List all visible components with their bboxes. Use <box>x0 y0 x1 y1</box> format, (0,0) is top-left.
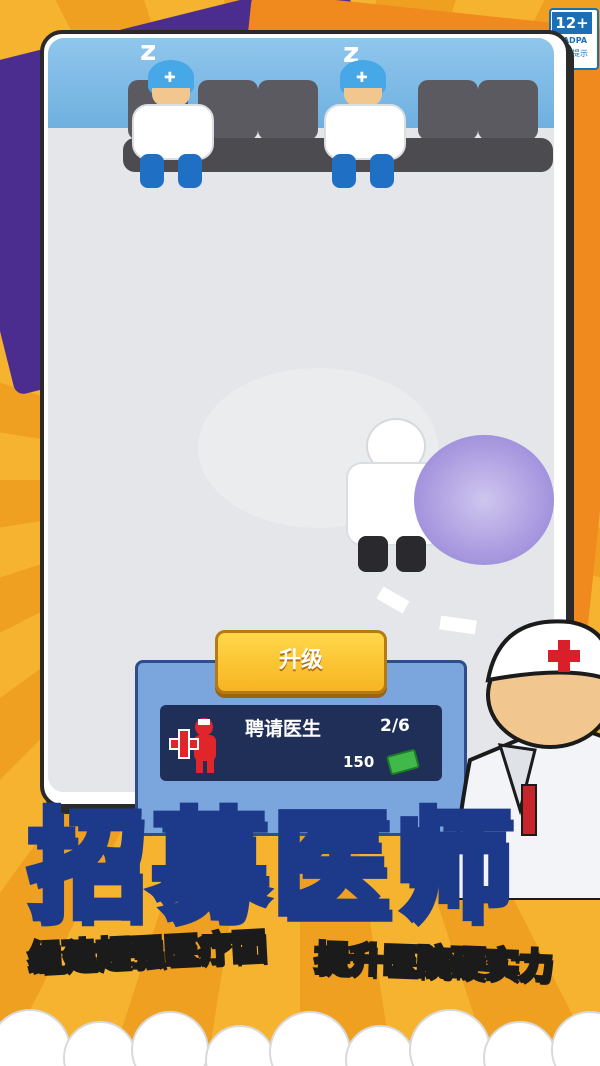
doctor-coat <box>132 104 214 160</box>
hire-doctor-icon <box>169 718 216 773</box>
doctor-leg <box>396 536 426 572</box>
waiting-seat <box>258 80 318 140</box>
age-rating-number: 12+ <box>552 12 592 34</box>
doctor-leg <box>358 536 388 572</box>
sleeping-doctor[interactable]: ✚ <box>126 60 216 190</box>
promo-title: 招募医师 <box>25 794 517 938</box>
bottom-clouds <box>0 1009 600 1066</box>
doctor-leg <box>178 154 202 188</box>
healing-pedestal[interactable] <box>414 435 554 565</box>
doctor-leg <box>332 154 356 188</box>
waiting-seat <box>418 80 478 140</box>
doctor-leg <box>370 154 394 188</box>
doctor-leg <box>140 154 164 188</box>
upgrade-button[interactable]: 升级 <box>215 630 387 694</box>
sleeping-doctor[interactable]: ✚ <box>318 60 408 190</box>
waiting-seat <box>478 80 538 140</box>
hire-doctor-count: 2/6 <box>380 716 410 736</box>
hire-doctor-title: 聘请医生 <box>245 718 322 740</box>
hire-doctor-price: 150 <box>343 753 375 771</box>
doctor-coat <box>324 104 406 160</box>
